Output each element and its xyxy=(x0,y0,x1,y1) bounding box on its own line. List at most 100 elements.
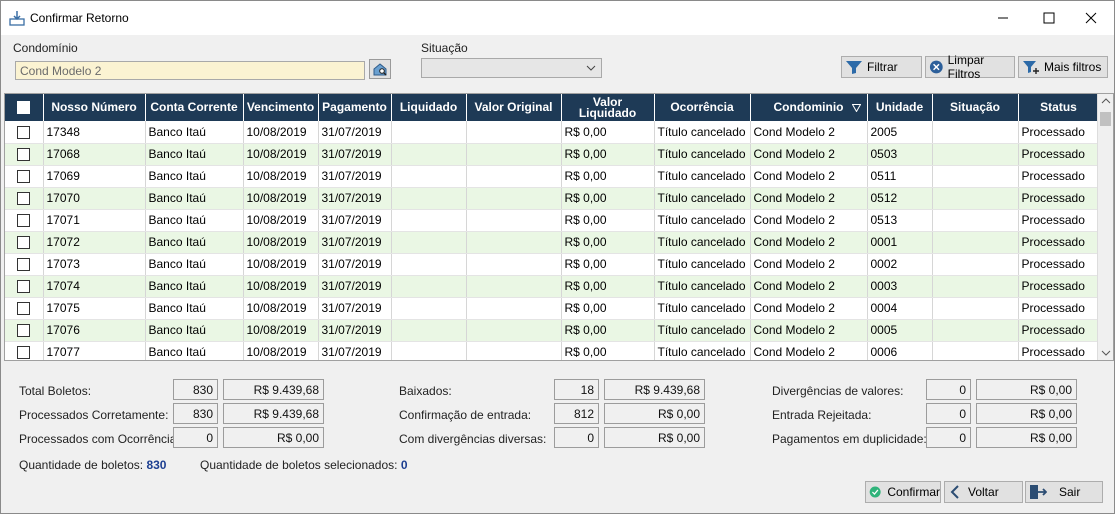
condominio-search-button[interactable] xyxy=(369,59,391,79)
row-select-cell[interactable] xyxy=(5,121,44,144)
scroll-thumb[interactable] xyxy=(1100,112,1111,126)
col-unidade[interactable]: Unidade xyxy=(867,94,933,121)
row-select-cell[interactable] xyxy=(5,275,44,298)
grid-scrollbar[interactable] xyxy=(1097,94,1113,360)
cell-venc: 10/08/2019 xyxy=(243,341,319,360)
row-checkbox[interactable] xyxy=(17,258,31,272)
sair-button[interactable]: Sair xyxy=(1025,481,1103,503)
col-valor-liquidado[interactable]: Valor Liquidado xyxy=(561,94,655,121)
row-checkbox[interactable] xyxy=(17,148,31,162)
close-icon xyxy=(1085,12,1097,24)
row-select-cell[interactable] xyxy=(5,341,44,360)
col-status[interactable]: Status xyxy=(1018,94,1100,121)
row-checkbox[interactable] xyxy=(17,302,31,316)
row-checkbox[interactable] xyxy=(17,125,31,139)
confirmar-button[interactable]: Confirmar xyxy=(865,481,941,503)
row-checkbox[interactable] xyxy=(17,170,31,184)
cell-vliq: R$ 0,00 xyxy=(561,143,655,166)
table-row[interactable]: 17070 Banco Itaú 10/08/2019 31/07/2019 R$ 0,… xyxy=(5,187,1100,210)
building-search-icon xyxy=(373,63,387,76)
cell-venc: 10/08/2019 xyxy=(243,165,319,188)
table-row[interactable]: 17077 Banco Itaú 10/08/2019 31/07/2019 R$ 0,… xyxy=(5,341,1100,360)
row-checkbox[interactable] xyxy=(17,214,31,228)
select-all-header[interactable] xyxy=(5,94,44,121)
table-row[interactable]: 17072 Banco Itaú 10/08/2019 31/07/2019 R$ 0,… xyxy=(5,231,1100,254)
row-select-cell[interactable] xyxy=(5,143,44,166)
table-row[interactable]: 17071 Banco Itaú 10/08/2019 31/07/2019 R$ 0,… xyxy=(5,209,1100,232)
cell-nosso: 17072 xyxy=(43,231,146,254)
table-row[interactable]: 17076 Banco Itaú 10/08/2019 31/07/2019 R$ 0,… xyxy=(5,319,1100,342)
table-row[interactable]: 17074 Banco Itaú 10/08/2019 31/07/2019 R$ 0,… xyxy=(5,275,1100,298)
close-button[interactable] xyxy=(1068,1,1114,35)
cell-orig xyxy=(466,253,562,276)
col-condominio[interactable]: Condominio xyxy=(750,94,868,121)
maximize-button[interactable] xyxy=(1026,1,1072,35)
col-vencimento[interactable]: Vencimento xyxy=(243,94,319,121)
cell-vliq: R$ 0,00 xyxy=(561,253,655,276)
row-checkbox[interactable] xyxy=(17,324,31,338)
col-nosso-numero[interactable]: Nosso Número xyxy=(43,94,146,121)
cell-uni: 0512 xyxy=(867,187,933,210)
qtd-selecionados-value: 0 xyxy=(400,458,408,472)
condominio-input[interactable]: Cond Modelo 2 xyxy=(15,61,365,80)
col-pagamento[interactable]: Pagamento xyxy=(318,94,392,121)
cell-status: Processado xyxy=(1018,121,1100,144)
mais-filtros-button[interactable]: Mais filtros xyxy=(1018,56,1108,78)
title-bar: Confirmar Retorno xyxy=(1,1,1114,35)
situacao-label: Situação xyxy=(421,41,468,55)
row-select-cell[interactable] xyxy=(5,297,44,320)
baixados-label: Baixados: xyxy=(399,384,452,398)
cell-oc: Título cancelado xyxy=(654,319,751,342)
divergencias-diversas-count: 0 xyxy=(554,427,599,448)
row-select-cell[interactable] xyxy=(5,165,44,188)
row-select-cell[interactable] xyxy=(5,231,44,254)
row-select-cell[interactable] xyxy=(5,253,44,276)
cell-nosso: 17069 xyxy=(43,165,146,188)
row-select-cell[interactable] xyxy=(5,187,44,210)
table-row[interactable]: 17075 Banco Itaú 10/08/2019 31/07/2019 R$ 0,… xyxy=(5,297,1100,320)
situacao-select[interactable] xyxy=(421,58,602,78)
processados-oc-label: Processados com Ocorrências: xyxy=(19,432,186,446)
scroll-down-icon[interactable] xyxy=(1101,349,1111,357)
cell-cond: Cond Modelo 2 xyxy=(750,231,868,254)
cell-pag: 31/07/2019 xyxy=(318,275,392,298)
cell-conta: Banco Itaú xyxy=(145,319,244,342)
table-row[interactable]: 17348 Banco Itaú 10/08/2019 31/07/2019 R$ 0,… xyxy=(5,121,1100,144)
cell-oc: Título cancelado xyxy=(654,341,751,360)
window-title: Confirmar Retorno xyxy=(30,11,129,25)
cell-oc: Título cancelado xyxy=(654,187,751,210)
col-valor-original[interactable]: Valor Original xyxy=(466,94,562,121)
row-checkbox[interactable] xyxy=(17,192,31,206)
filtrar-button[interactable]: Filtrar xyxy=(841,56,922,78)
row-checkbox[interactable] xyxy=(17,346,31,360)
cell-nosso: 17076 xyxy=(43,319,146,342)
scroll-up-icon[interactable] xyxy=(1101,97,1111,105)
row-select-cell[interactable] xyxy=(5,319,44,342)
cell-liq xyxy=(391,143,467,166)
cell-venc: 10/08/2019 xyxy=(243,275,319,298)
cell-nosso: 17071 xyxy=(43,209,146,232)
voltar-button[interactable]: Voltar xyxy=(944,481,1023,503)
column-filter-icon[interactable] xyxy=(851,104,861,112)
col-ocorrencia[interactable]: Ocorrência xyxy=(654,94,751,121)
col-liquidado[interactable]: Liquidado xyxy=(391,94,467,121)
col-conta-corrente[interactable]: Conta Corrente xyxy=(145,94,244,121)
minimize-button[interactable] xyxy=(980,1,1026,35)
row-checkbox[interactable] xyxy=(17,280,31,294)
row-checkbox[interactable] xyxy=(17,236,31,250)
cell-liq xyxy=(391,231,467,254)
cell-vliq: R$ 0,00 xyxy=(561,209,655,232)
cell-oc: Título cancelado xyxy=(654,209,751,232)
table-row[interactable]: 17069 Banco Itaú 10/08/2019 31/07/2019 R$ 0,… xyxy=(5,165,1100,188)
select-all-checkbox[interactable] xyxy=(17,101,31,114)
limpar-filtros-button[interactable]: Limpar Filtros xyxy=(925,53,1015,81)
table-row[interactable]: 17073 Banco Itaú 10/08/2019 31/07/2019 R$ 0,… xyxy=(5,253,1100,276)
entrada-rejeitada-value: R$ 0,00 xyxy=(976,403,1077,424)
pag-duplicidade-count: 0 xyxy=(926,427,971,448)
col-situacao[interactable]: Situação xyxy=(932,94,1019,121)
cell-orig xyxy=(466,341,562,360)
row-select-cell[interactable] xyxy=(5,209,44,232)
table-row[interactable]: 17068 Banco Itaú 10/08/2019 31/07/2019 R$ 0,… xyxy=(5,143,1100,166)
total-boletos-label: Total Boletos: xyxy=(19,384,92,398)
cell-uni: 0001 xyxy=(867,231,933,254)
